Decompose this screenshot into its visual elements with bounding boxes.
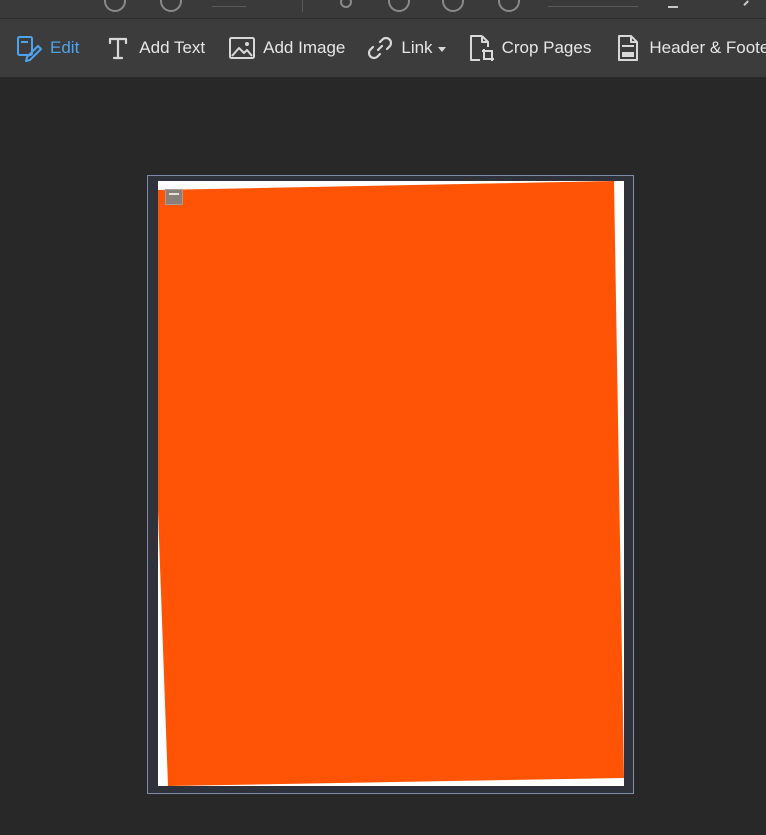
pdf-page xyxy=(158,181,624,786)
add-text-button[interactable]: Add Text xyxy=(103,19,205,77)
toolbar-circle-icon[interactable] xyxy=(104,0,126,12)
toolbar-circle-icon[interactable] xyxy=(442,0,464,12)
edit-toolbar: Edit Add Text Add Image Link Crop Pages … xyxy=(0,19,766,78)
crop-pages-label: Crop Pages xyxy=(501,38,592,57)
link-button[interactable]: Link xyxy=(365,19,446,77)
fit-width-icon[interactable] xyxy=(668,0,678,8)
add-text-label: Add Text xyxy=(139,38,206,57)
link-label: Link xyxy=(401,38,433,57)
header-footer-label: Header & Footer xyxy=(649,38,766,57)
header-footer-button[interactable]: Header & Footer xyxy=(613,19,766,77)
pdf-editor-window: Edit Add Text Add Image Link Crop Pages … xyxy=(0,0,766,835)
toolbar-circle-icon[interactable] xyxy=(388,0,410,12)
toolbar-field-underline xyxy=(548,6,638,7)
crop-pages-button[interactable]: Crop Pages xyxy=(466,19,592,77)
crop-pages-icon xyxy=(466,33,496,63)
partial-top-toolbar xyxy=(0,0,766,18)
orange-image[interactable] xyxy=(158,181,624,786)
add-image-label: Add Image xyxy=(263,38,346,57)
text-icon xyxy=(103,33,133,63)
add-image-button[interactable]: Add Image xyxy=(227,19,345,77)
toolbar-circle-icon[interactable] xyxy=(498,0,520,12)
image-icon xyxy=(227,33,257,63)
edit-icon xyxy=(14,33,44,63)
header-footer-icon xyxy=(613,33,643,63)
toolbar-separator xyxy=(302,0,303,12)
link-dropdown-caret-icon[interactable] xyxy=(437,46,446,52)
toolbar-field-underline xyxy=(212,6,246,7)
edit-label: Edit xyxy=(50,38,80,57)
toolbar-pointer-icon[interactable] xyxy=(340,0,352,8)
link-icon xyxy=(365,33,395,63)
image-badge-icon xyxy=(165,189,183,205)
document-canvas[interactable] xyxy=(0,78,766,835)
chevron-down-icon[interactable] xyxy=(739,0,749,6)
image-selection-frame[interactable] xyxy=(147,175,634,794)
edit-button[interactable]: Edit xyxy=(14,19,79,77)
toolbar-circle-icon[interactable] xyxy=(160,0,182,12)
